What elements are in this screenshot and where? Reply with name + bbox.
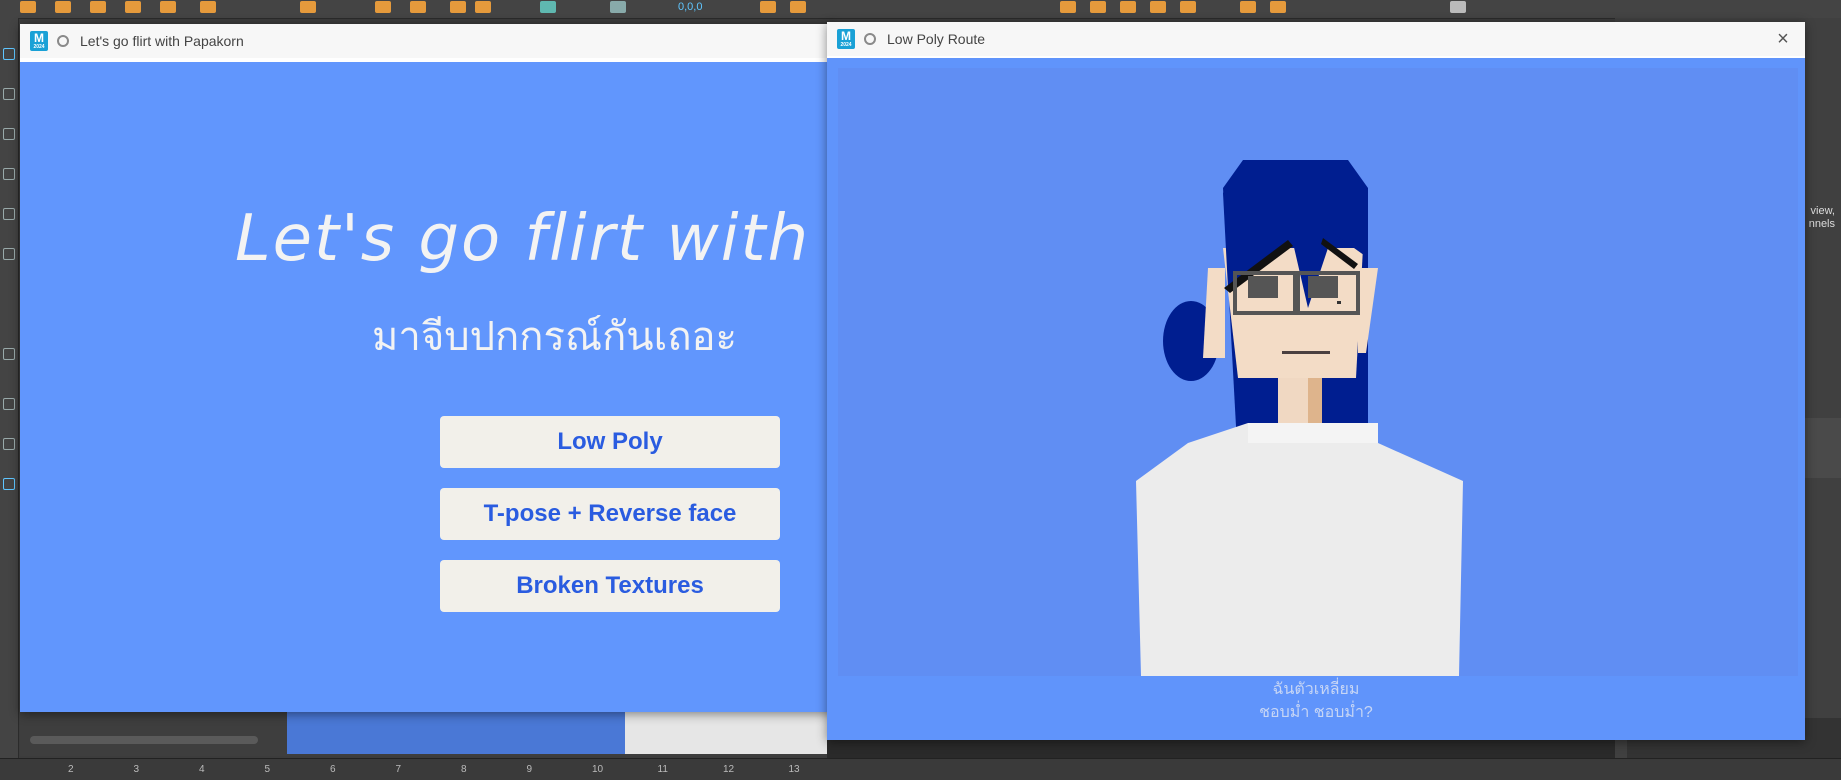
timeline-tick: 5 (264, 764, 271, 775)
shelf-tool-icon[interactable] (1060, 1, 1076, 13)
shelf-tool-icon[interactable] (1240, 1, 1256, 13)
layout-icon[interactable] (3, 478, 15, 490)
shelf-tool-icon[interactable] (760, 1, 776, 13)
route-window-titlebar[interactable]: M 2024 Low Poly Route × (827, 22, 1805, 56)
shelf-tool-icon[interactable] (1120, 1, 1136, 13)
maya-logo-icon: M 2024 (30, 31, 48, 51)
timeline-tick: 8 (461, 764, 467, 775)
timeline-tick: 3 (133, 764, 140, 775)
shelf-tool-icon[interactable] (55, 1, 71, 13)
neck-shadow (1308, 378, 1322, 428)
layout-icon[interactable] (3, 438, 15, 450)
shelf-tool-icon[interactable] (1150, 1, 1166, 13)
layout-icon[interactable] (3, 348, 15, 360)
eye-left (1248, 276, 1278, 298)
dialog-line-1: ฉันตัวเหลี่ยม (1272, 681, 1360, 698)
layout-icon[interactable] (3, 398, 15, 410)
rotate-tool-icon[interactable] (3, 208, 15, 220)
paint-tool-icon[interactable] (3, 128, 15, 140)
timeline-tick: 6 (330, 764, 336, 775)
menu-window-title: Let's go flirt with Papakorn (80, 33, 244, 49)
time-slider[interactable]: 2 3 4 5 6 7 8 9 10 11 12 13 (0, 758, 1841, 780)
horizontal-scrollbar[interactable] (30, 736, 258, 744)
route-window: M 2024 Low Poly Route × ฉันตัวเหลี่ยม ชอ… (827, 22, 1805, 740)
shelf-readout: 0,0,0 (678, 1, 703, 13)
eye-right (1308, 276, 1338, 298)
dialog-box: ฉันตัวเหลี่ยม ชอบม่ำ ชอบม่ำ? (827, 678, 1805, 724)
timeline-tick: 7 (395, 764, 402, 775)
low-poly-character (1136, 160, 1463, 676)
tpose-reverse-face-button[interactable]: T-pose + Reverse face (440, 488, 780, 540)
character-viewport (838, 68, 1798, 676)
maya-shelf: 0,0,0 (0, 0, 1841, 19)
ear-left (1203, 268, 1225, 358)
route-window-content: ฉันตัวเหลี่ยม ชอบม่ำ ชอบม่ำ? (827, 58, 1805, 740)
close-icon[interactable]: × (1772, 28, 1794, 50)
timeline-tick: 12 (723, 764, 735, 775)
shelf-tool-icon[interactable] (540, 1, 556, 13)
shelf-tool-icon[interactable] (300, 1, 316, 13)
shirt-collar (1248, 423, 1378, 443)
select-tool-icon[interactable] (3, 48, 15, 60)
shelf-tool-icon[interactable] (20, 1, 36, 13)
timeline-tick: 13 (788, 764, 800, 775)
lasso-tool-icon[interactable] (3, 88, 15, 100)
python-gear-icon (864, 33, 876, 45)
shelf-tool-icon[interactable] (90, 1, 106, 13)
maya-logo-icon: M 2024 (837, 29, 855, 49)
side-panel-text: view, nnels (1808, 205, 1835, 230)
menu-window-content: Let's go flirt with Papakorn มาจีบปกกรณ์… (20, 62, 835, 712)
shelf-tool-icon[interactable] (1090, 1, 1106, 13)
game-heading-thai: มาจีบปกกรณ์กันเถอะ (372, 314, 738, 360)
shelf-tool-icon[interactable] (610, 1, 626, 13)
menu-window-titlebar[interactable]: M 2024 Let's go flirt with Papakorn (20, 24, 835, 58)
game-heading: Let's go flirt with Papakorn (235, 202, 835, 276)
menu-window: M 2024 Let's go flirt with Papakorn Let's… (20, 24, 835, 712)
shelf-tool-icon[interactable] (410, 1, 426, 13)
shelf-tool-icon[interactable] (200, 1, 216, 13)
shelf-tool-icon[interactable] (125, 1, 141, 13)
timeline-tick: 9 (526, 764, 533, 775)
shelf-tool-icon[interactable] (790, 1, 806, 13)
mouth (1282, 351, 1330, 354)
timeline-tick: 4 (199, 764, 205, 775)
graph-strip-light (625, 712, 840, 754)
route-window-title: Low Poly Route (887, 31, 986, 47)
broken-textures-button[interactable]: Broken Textures (440, 560, 780, 612)
pupil-dot (1337, 301, 1341, 304)
shelf-tool-icon[interactable] (450, 1, 466, 13)
shelf-tool-icon[interactable] (1180, 1, 1196, 13)
dialog-line-2: ชอบม่ำ ชอบม่ำ? (1259, 704, 1373, 721)
graph-strip-selected (287, 712, 625, 754)
scale-tool-icon[interactable] (3, 248, 15, 260)
low-poly-button[interactable]: Low Poly (440, 416, 780, 468)
move-tool-icon[interactable] (3, 168, 15, 180)
shirt (1136, 423, 1463, 676)
timeline-tick: 10 (592, 764, 604, 775)
shelf-tool-icon[interactable] (1450, 1, 1466, 13)
shelf-tool-icon[interactable] (375, 1, 391, 13)
python-gear-icon (57, 35, 69, 47)
shelf-tool-icon[interactable] (1270, 1, 1286, 13)
shelf-tool-icon[interactable] (475, 1, 491, 13)
shelf-tool-icon[interactable] (160, 1, 176, 13)
timeline-tick: 11 (657, 764, 668, 775)
maya-toolbox (0, 18, 19, 758)
timeline-tick: 2 (68, 764, 74, 775)
